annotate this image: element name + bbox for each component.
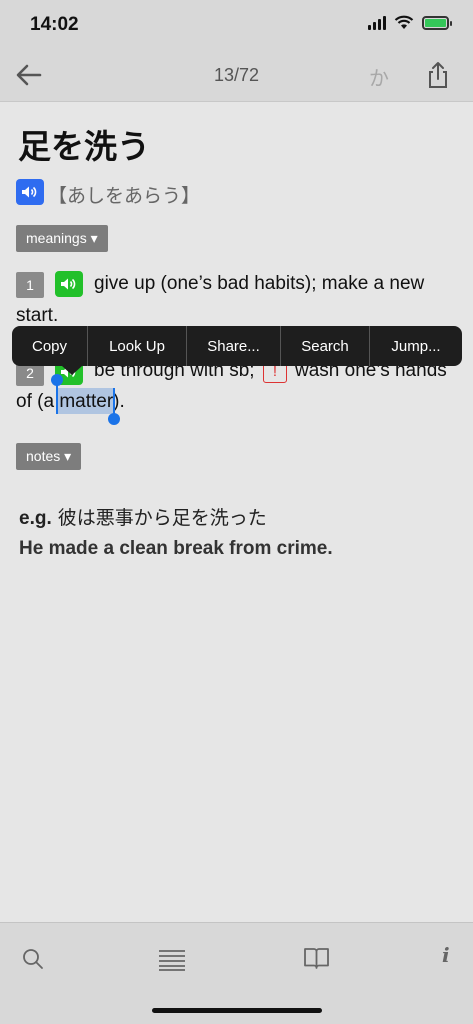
meanings-toggle[interactable]: meanings ▾ xyxy=(16,225,108,252)
info-icon[interactable]: i xyxy=(442,943,450,967)
menu-search[interactable]: Search xyxy=(281,326,370,366)
menu-jump[interactable]: Jump... xyxy=(370,326,462,366)
headword: 足を洗う xyxy=(18,127,150,166)
list-icon[interactable] xyxy=(158,947,186,971)
example-sentence: e.g. 彼は悪事から足を洗った xyxy=(19,503,267,530)
status-time: 14:02 xyxy=(30,14,79,35)
nav-bar: 13/72 か xyxy=(0,50,473,102)
book-icon[interactable] xyxy=(303,947,330,969)
selection-start-handle[interactable] xyxy=(56,384,58,414)
share-icon[interactable] xyxy=(424,60,452,90)
context-menu: Copy Look Up Share... Search Jump... xyxy=(12,326,462,366)
context-menu-pointer xyxy=(62,366,82,375)
selection-end-knob[interactable] xyxy=(108,413,120,425)
menu-copy[interactable]: Copy xyxy=(12,326,88,366)
battery-level xyxy=(425,18,446,27)
battery-charging-icon xyxy=(422,15,452,30)
sense-number: 1 xyxy=(16,272,44,298)
home-indicator xyxy=(152,1008,322,1013)
notes-toggle[interactable]: notes ▾ xyxy=(16,443,82,470)
text-prefix: of (a xyxy=(16,391,60,412)
reading-audio-button[interactable] xyxy=(16,179,44,205)
wifi-icon xyxy=(394,15,414,29)
selected-word[interactable]: matter xyxy=(59,391,113,412)
search-icon[interactable] xyxy=(21,947,45,971)
example-japanese: 彼は悪事から足を洗った xyxy=(57,507,267,529)
speaker-icon xyxy=(61,278,76,290)
example-english: He made a clean break from crime. xyxy=(19,538,333,559)
menu-share[interactable]: Share... xyxy=(187,326,281,366)
signal-icon xyxy=(368,15,386,30)
kana-toggle-button[interactable]: か xyxy=(369,62,389,91)
selection-start-knob[interactable] xyxy=(51,374,63,386)
sense-text-continued: of (a matter). xyxy=(16,386,125,417)
example-label: e.g. xyxy=(19,508,52,529)
menu-look-up[interactable]: Look Up xyxy=(88,326,187,366)
status-icons xyxy=(368,15,452,30)
entry-position: 13/72 xyxy=(213,65,260,85)
reading: 【あしをあらう】 xyxy=(48,185,201,207)
sense-text: give up (one’s bad habits); make a new xyxy=(94,273,425,294)
speaker-icon xyxy=(22,186,37,198)
sense-audio-button[interactable] xyxy=(55,271,83,297)
status-bar: 14:02 xyxy=(0,0,473,50)
